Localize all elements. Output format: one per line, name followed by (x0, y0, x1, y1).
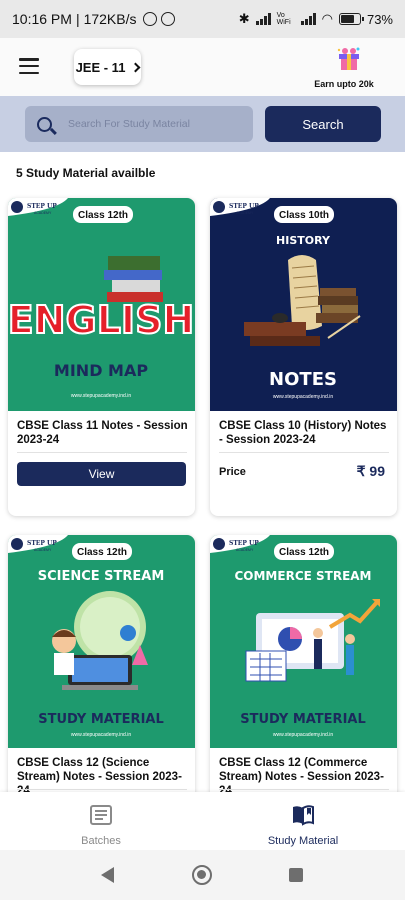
brand-logo-icon (213, 201, 225, 213)
poster-subtitle: NOTES (269, 369, 337, 390)
nav-tab-batches[interactable]: Batches (0, 792, 202, 850)
brand-sub: ACADEMY (34, 548, 52, 552)
brand-sub: ACADEMY (34, 211, 52, 215)
card-title: CBSE Class 10 (History) Notes - Session … (219, 420, 387, 446)
nav-label-study-material: Study Material (267, 835, 339, 847)
card-title: CBSE Class 11 Notes - Session 2023-24 (17, 420, 188, 446)
card-thumbnail: STEP UP ACADEMY Class 12th COMMERCE STRE… (210, 535, 397, 748)
brand-name: STEP UP (229, 203, 259, 210)
wifi-icon: ◠ (321, 11, 333, 26)
status-network-speed: 172KB/s (83, 11, 137, 27)
brand-name: STEP UP (27, 540, 57, 547)
class-badge: Class 12th (77, 547, 127, 558)
class-badge: Class 10th (279, 210, 329, 221)
brand-sub: ACADEMY (236, 211, 254, 215)
app-header: JEE - 11 Earn upto 20k (0, 38, 405, 98)
card-thumbnail: STEP UP ACADEMY Class 12th ENGLISH MIND … (8, 198, 195, 411)
batch-selector[interactable]: JEE - 11 (74, 49, 141, 85)
brand-logo-icon (11, 538, 23, 550)
brand-name: STEP UP (27, 203, 57, 210)
poster-title: SCIENCE STREAM (38, 569, 165, 584)
home-icon[interactable] (192, 865, 212, 885)
signal-icon (255, 13, 271, 25)
poster-subtitle: STUDY MATERIAL (38, 712, 164, 727)
signal-icon-2 (300, 13, 316, 25)
results-count: 5 Study Material availble (16, 166, 156, 180)
bottom-navigation: Batches Study Material (0, 792, 405, 850)
batch-selector-label: JEE - 11 (75, 59, 126, 75)
vowifi-label: Vo WiFi (276, 12, 291, 26)
alarm-icon (142, 12, 157, 26)
poster-subtitle: STUDY MATERIAL (240, 712, 366, 727)
search-icon (37, 116, 52, 132)
status-bar: 10:16 PM | 172KB/s ✱ Vo WiFi ◠ 73% (0, 0, 405, 38)
card-divider (219, 789, 389, 790)
study-material-card[interactable]: STEP UP ACADEMY Class 12th COMMERCE STRE… (210, 535, 397, 805)
brand-sub: ACADEMY (236, 548, 254, 552)
study-material-card[interactable]: STEP UP ACADEMY Class 12th SCIENCE STREA… (8, 535, 195, 805)
brand-name: STEP UP (229, 540, 259, 547)
battery-icon (338, 13, 364, 25)
nav-tab-study-material[interactable]: Study Material (202, 792, 404, 850)
card-thumbnail: STEP UP ACADEMY Class 12th SCIENCE STREA… (8, 535, 195, 748)
class-badge: Class 12th (279, 547, 329, 558)
price-value: ₹ 99 (356, 463, 385, 479)
card-thumbnail: STEP UP ACADEMY Class 10th HISTORY NOTES… (210, 198, 397, 411)
book-stack-icon (90, 805, 112, 825)
gift-icon (337, 47, 360, 70)
chevron-right-icon (130, 62, 141, 72)
brand-logo-icon (11, 201, 23, 213)
poster-url: www.stepupacademy.ind.in (273, 394, 333, 400)
poster-subtitle: MIND MAP (54, 361, 148, 380)
open-book-icon (293, 805, 314, 826)
poster-url: www.stepupacademy.ind.in (71, 393, 131, 399)
recent-apps-icon[interactable] (289, 868, 303, 882)
view-button[interactable]: View (17, 462, 186, 486)
menu-icon[interactable] (19, 58, 39, 75)
card-divider (17, 452, 187, 453)
card-divider (219, 452, 389, 453)
bluetooth-icon: ✱ (238, 11, 250, 26)
price-label: Price (219, 466, 246, 478)
system-navigation-bar (0, 850, 405, 900)
back-icon[interactable] (101, 867, 114, 883)
status-time: 10:16 PM (12, 11, 72, 27)
battery-percent: 73% (366, 11, 393, 27)
poster-url: www.stepupacademy.ind.in (273, 732, 333, 738)
poster-url: www.stepupacademy.ind.in (71, 732, 131, 738)
brand-logo-icon (213, 538, 225, 550)
class-badge: Class 12th (78, 210, 128, 221)
earn-label: Earn upto 20k (314, 79, 374, 89)
nav-label-batches: Batches (81, 835, 121, 847)
status-notification-icons (142, 12, 175, 26)
study-material-card[interactable]: STEP UP ACADEMY Class 12th ENGLISH MIND … (8, 198, 195, 516)
poster-title: COMMERCE STREAM (234, 569, 371, 583)
search-button[interactable]: Search (265, 106, 381, 142)
app-notification-icon (160, 12, 175, 26)
poster-title: HISTORY (276, 234, 331, 247)
search-input[interactable] (68, 118, 238, 130)
status-separator: | (75, 11, 80, 27)
study-material-card[interactable]: STEP UP ACADEMY Class 10th HISTORY NOTES… (210, 198, 397, 516)
search-field[interactable] (25, 106, 253, 142)
status-right-group: ✱ Vo WiFi ◠ 73% (239, 11, 393, 27)
earn-rewards-button[interactable]: Earn upto 20k (314, 46, 377, 89)
poster-title: ENGLISH (8, 298, 194, 342)
card-divider (17, 789, 187, 790)
